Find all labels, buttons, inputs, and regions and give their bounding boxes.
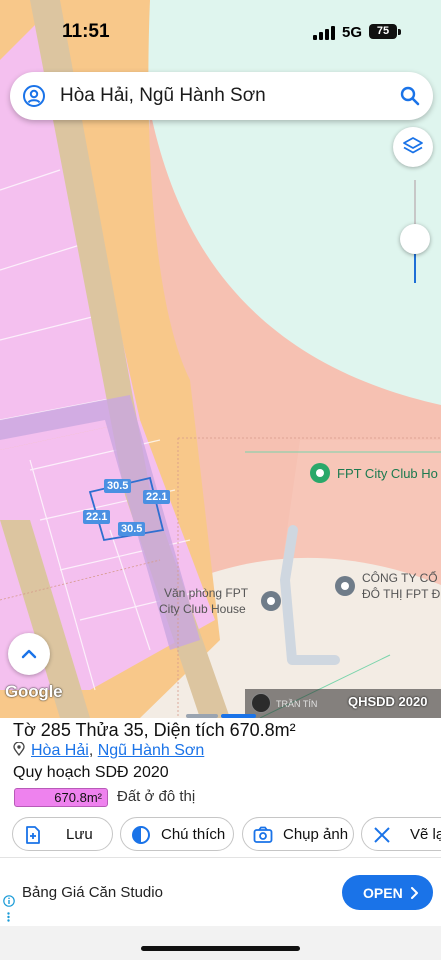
- location-district-link[interactable]: Ngũ Hành Sơn: [98, 742, 205, 759]
- google-logo: Google: [5, 682, 63, 701]
- ad-open-label: OPEN: [363, 885, 403, 901]
- draw-button[interactable]: Vẽ lạ: [361, 817, 441, 851]
- plan-name: Quy hoạch SDĐ 2020: [13, 764, 169, 781]
- map-watermark: TRẦN TÍN QHSDD 2020: [245, 689, 441, 718]
- watermark-author: TRẦN TÍN: [276, 699, 318, 709]
- layers-button[interactable]: [393, 127, 433, 167]
- poi-office-pin-icon[interactable]: [261, 591, 281, 611]
- home-area: [0, 926, 441, 960]
- capture-button[interactable]: Chụp ảnh: [242, 817, 354, 851]
- poi-office-label-line2[interactable]: City Club House: [159, 602, 246, 616]
- opacity-slider-thumb[interactable]: [400, 224, 430, 254]
- dimension-right-label: 22.1: [143, 490, 171, 504]
- search-bar[interactable]: Hòa Hải, Ngũ Hành Sơn: [10, 72, 433, 120]
- signal-icon: [313, 26, 335, 40]
- poi-company-label-line1[interactable]: CÔNG TY CỔ: [362, 571, 438, 585]
- bookmark-add-icon: [26, 826, 40, 844]
- legend-button[interactable]: Chú thích: [120, 817, 234, 851]
- area-badge: 670.8m²: [14, 788, 108, 807]
- search-icon[interactable]: [398, 84, 422, 108]
- poi-fpt-club-label[interactable]: FPT City Club Ho: [337, 466, 438, 481]
- parcel-location: Hòa Hải, Ngũ Hành Sơn: [13, 742, 204, 760]
- battery-icon: 75: [369, 24, 397, 39]
- author-avatar: [251, 693, 271, 713]
- land-use-type: Đất ở đô thị: [117, 788, 196, 805]
- location-separator: ,: [88, 742, 94, 759]
- ad-title[interactable]: Bảng Giá Căn Studio: [22, 884, 163, 901]
- legend-label: Chú thích: [161, 826, 226, 843]
- chevron-up-icon: [21, 649, 37, 659]
- location-pin-icon: [13, 742, 25, 756]
- home-indicator[interactable]: [141, 946, 300, 951]
- map-view[interactable]: 30.5 22.1 22.1 30.5 FPT City Club Ho CÔN…: [0, 0, 441, 718]
- battery-tip: [398, 29, 401, 35]
- account-icon[interactable]: [22, 84, 46, 108]
- layers-icon: [403, 137, 423, 154]
- watermark-code: QHSDD 2020: [348, 694, 428, 709]
- action-chips: Lưu Chú thích Chụp ảnh Vẽ lạ: [0, 817, 441, 851]
- dimension-top-label: 30.5: [104, 479, 132, 493]
- expand-button[interactable]: [8, 633, 50, 675]
- draw-tools-icon: [374, 827, 390, 843]
- save-label: Lưu: [66, 826, 93, 843]
- ad-info-icon[interactable]: [3, 895, 15, 907]
- status-time: 11:51: [62, 21, 110, 42]
- save-button[interactable]: Lưu: [12, 817, 113, 851]
- search-input[interactable]: Hòa Hải, Ngũ Hành Sơn: [60, 85, 266, 107]
- contrast-icon: [132, 826, 150, 844]
- dimension-bottom-label: 30.5: [118, 522, 146, 536]
- ad-banner[interactable]: Bảng Giá Căn Studio OPEN: [0, 858, 441, 926]
- location-ward-link[interactable]: Hòa Hải: [31, 742, 89, 759]
- poi-grey-pin-icon[interactable]: [335, 576, 355, 596]
- parcel-title: Tờ 285 Thửa 35, Diện tích 670.8m²: [13, 720, 296, 740]
- ad-menu-icon[interactable]: [7, 912, 10, 922]
- chevron-right-icon: [411, 887, 418, 899]
- poi-office-label-line1[interactable]: Văn phòng FPT: [164, 586, 248, 600]
- draw-label: Vẽ lạ: [410, 826, 441, 843]
- capture-label: Chụp ảnh: [283, 826, 349, 843]
- sheet-handle[interactable]: [186, 714, 256, 718]
- poi-green-pin-icon[interactable]: [310, 463, 330, 483]
- network-type: 5G: [342, 24, 363, 41]
- poi-company-label-line2[interactable]: ĐÔ THỊ FPT Đ: [362, 587, 440, 601]
- camera-icon: [253, 826, 273, 843]
- status-bar: 11:51 5G 75: [0, 0, 441, 60]
- dimension-left-label: 22.1: [83, 510, 111, 524]
- ad-open-button[interactable]: OPEN: [342, 875, 433, 910]
